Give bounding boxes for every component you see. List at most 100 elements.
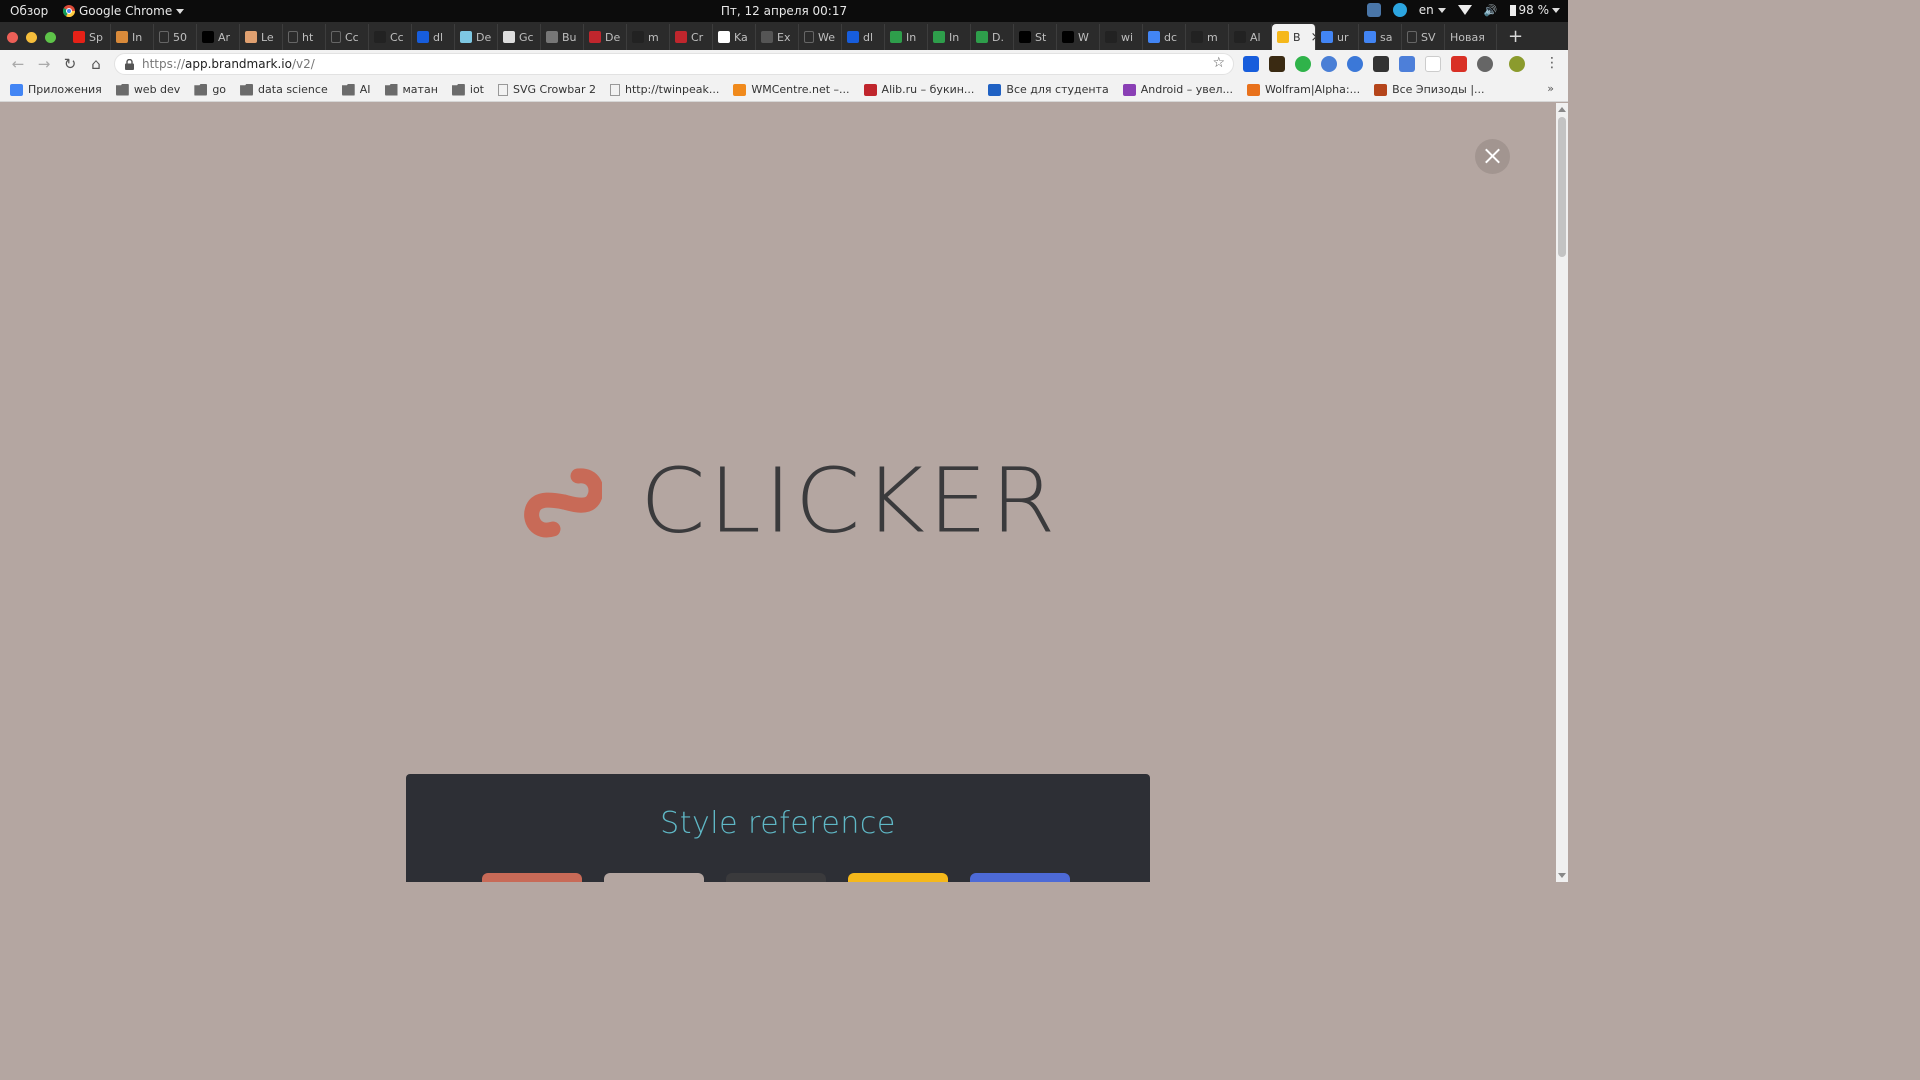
scroll-down-icon[interactable] <box>1558 873 1566 878</box>
maximize-window-button[interactable] <box>45 32 56 43</box>
tab[interactable]: ur <box>1316 24 1359 50</box>
tab[interactable]: m <box>1186 24 1229 50</box>
tab[interactable]: sa <box>1359 24 1402 50</box>
android-icon <box>1122 83 1136 96</box>
green-extension-icon[interactable] <box>1295 56 1311 72</box>
scrollbar-thumb[interactable] <box>1558 117 1566 257</box>
bookmark-item[interactable]: data science <box>240 83 328 96</box>
tab[interactable]: m <box>627 24 670 50</box>
tab[interactable]: We <box>799 24 842 50</box>
bookmark-item[interactable]: Alib.ru – букин... <box>863 83 974 96</box>
close-window-button[interactable] <box>7 32 18 43</box>
bookmark-item[interactable]: Все Эпизоды |... <box>1374 83 1485 96</box>
tab[interactable]: Bu <box>541 24 584 50</box>
tab[interactable]: Новая <box>1445 24 1497 50</box>
sync-extension-icon[interactable] <box>1477 56 1493 72</box>
gear-extension-icon[interactable] <box>1321 56 1337 72</box>
bookmark-item[interactable]: Android – увел... <box>1122 83 1233 96</box>
tab[interactable]: SV <box>1402 24 1445 50</box>
k-extension-icon[interactable] <box>1269 56 1285 72</box>
tab[interactable]: dl <box>842 24 885 50</box>
language-selector[interactable]: en <box>1419 3 1446 17</box>
bookmark-item[interactable]: SVG Crowbar 2 <box>498 83 596 96</box>
tab[interactable]: St <box>1014 24 1057 50</box>
tab-label: D. <box>992 30 1004 44</box>
vk-icon[interactable] <box>1366 3 1381 17</box>
bookmark-item[interactable]: AI <box>341 83 371 96</box>
tab-strip: Sp In 50 Ar Le ht Cc Cc dl De Gc Bu De m Cr Ka Ex We dl In I… <box>0 22 1568 50</box>
tab[interactable]: Cc <box>369 24 412 50</box>
dark-extension-icon[interactable] <box>1373 56 1389 72</box>
color-swatch[interactable] <box>726 873 826 882</box>
bookmark-item[interactable]: матан <box>384 83 438 96</box>
tab[interactable]: Cr <box>670 24 713 50</box>
scrollbar[interactable] <box>1556 103 1568 882</box>
tab[interactable]: dl <box>412 24 455 50</box>
battery-indicator[interactable]: 98 % <box>1509 3 1560 17</box>
tab[interactable]: In <box>111 24 154 50</box>
wifi-icon[interactable] <box>1457 5 1472 15</box>
bookmark-item[interactable]: web dev <box>115 83 180 96</box>
bitwarden-icon <box>417 31 429 43</box>
avatar[interactable] <box>1509 56 1525 72</box>
bookmark-item[interactable]: WMCentre.net –... <box>733 83 850 96</box>
color-swatch[interactable] <box>970 873 1070 882</box>
menu-icon[interactable]: ⋮ <box>1545 55 1559 71</box>
tab[interactable]: Gc <box>498 24 541 50</box>
tab[interactable]: W <box>1057 24 1100 50</box>
tab[interactable]: Le <box>240 24 283 50</box>
more-bookmarks-icon[interactable]: » <box>1547 82 1554 95</box>
address-bar[interactable]: https://app.brandmark.io/v2/ ☆ <box>114 53 1234 75</box>
chevron-down-icon <box>1552 7 1560 13</box>
tab[interactable]: Cc <box>326 24 369 50</box>
tab[interactable]: dc <box>1143 24 1186 50</box>
tab[interactable]: In <box>928 24 971 50</box>
white-extension-icon[interactable] <box>1425 56 1441 72</box>
bookmark-item[interactable]: Все для студента <box>988 83 1109 96</box>
bitwarden-extension-icon[interactable] <box>1243 56 1259 72</box>
bookmark-item[interactable]: iot <box>451 83 484 96</box>
back-icon[interactable]: ← <box>9 55 27 73</box>
tab[interactable]: 50 <box>154 24 197 50</box>
color-swatch[interactable] <box>604 873 704 882</box>
edge-extension-icon[interactable] <box>1347 56 1363 72</box>
bookmark-label: data science <box>258 83 328 96</box>
home-icon[interactable]: ⌂ <box>87 55 105 73</box>
tab[interactable]: Ex <box>756 24 799 50</box>
bookmark-star-icon[interactable]: ☆ <box>1212 55 1225 71</box>
gmail-extension-icon[interactable] <box>1451 56 1467 72</box>
tab[interactable]: In <box>885 24 928 50</box>
scroll-up-icon[interactable] <box>1558 107 1566 112</box>
tab[interactable]: Sp <box>68 24 111 50</box>
volume-icon[interactable]: 🔊 <box>1484 4 1498 17</box>
color-swatch[interactable] <box>848 873 948 882</box>
new-tab-button[interactable]: + <box>1508 26 1523 47</box>
github-icon <box>1234 31 1246 43</box>
tab[interactable]: De <box>584 24 627 50</box>
tab[interactable]: Ar <box>197 24 240 50</box>
bookmark-item[interactable]: Приложения <box>10 83 102 96</box>
tab[interactable]: D. <box>971 24 1014 50</box>
bookmark-item[interactable]: Wolfram|Alpha:... <box>1247 83 1360 96</box>
telegram-icon[interactable] <box>1392 3 1407 17</box>
color-swatch[interactable] <box>482 873 582 882</box>
bookmark-label: Приложения <box>28 83 102 96</box>
bookmark-item[interactable]: go <box>194 83 226 96</box>
forward-icon[interactable]: → <box>35 55 53 73</box>
tab[interactable]: wi <box>1100 24 1143 50</box>
tab[interactable]: Ka <box>713 24 756 50</box>
tab[interactable]: ht <box>283 24 326 50</box>
translate-extension-icon[interactable] <box>1399 56 1415 72</box>
bookmark-item[interactable]: http://twinpeak... <box>609 83 719 96</box>
minimize-window-button[interactable] <box>26 32 37 43</box>
leaf-icon <box>976 31 988 43</box>
tab-label: In <box>949 30 960 44</box>
close-icon[interactable] <box>1475 139 1510 174</box>
clock[interactable]: Пт, 12 апреля 00:17 <box>0 4 1568 18</box>
tab[interactable]: Al <box>1229 24 1272 50</box>
tab[interactable]: De <box>455 24 498 50</box>
reload-icon[interactable]: ↻ <box>61 55 79 73</box>
logo-preview: CLICKER <box>524 455 1059 549</box>
tab-active[interactable]: B× <box>1272 24 1316 50</box>
tab-label: De <box>605 30 621 44</box>
